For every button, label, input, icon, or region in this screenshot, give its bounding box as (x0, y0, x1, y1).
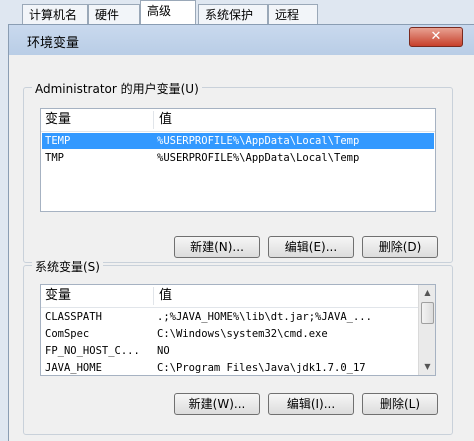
column-header-variable[interactable]: 变量 (41, 285, 151, 307)
vertical-scrollbar[interactable]: ▲ ▼ (418, 285, 435, 375)
close-button[interactable]: ✕ (409, 27, 463, 47)
list-item[interactable]: TMP %USERPROFILE%\AppData\Local\Temp (42, 150, 434, 166)
variable-name: ComSpec (45, 328, 90, 340)
system-edit-button[interactable]: 编辑(I)... (268, 393, 354, 415)
property-tabs: 计算机名 硬件 高级 系统保护 远程 (0, 0, 474, 24)
scroll-up-icon[interactable]: ▲ (419, 285, 435, 301)
tab-system-protection[interactable]: 系统保护 (198, 4, 268, 24)
list-item[interactable]: FP_NO_HOST_C... NO (42, 343, 416, 359)
user-new-button[interactable]: 新建(N)... (174, 236, 260, 258)
list-item[interactable]: TEMP %USERPROFILE%\AppData\Local\Temp (42, 133, 434, 149)
variable-name: JAVA_HOME (45, 362, 102, 374)
variable-value: C:\Program Files\Java\jdk1.7.0_17 (157, 362, 366, 374)
tab-label: 计算机名 (29, 8, 78, 22)
column-divider (153, 287, 154, 305)
system-variables-group: 系统变量(S) 变量 值 CLASSPATH .;%JAVA_HOME%\lib… (23, 258, 453, 435)
user-variables-group: Administrator 的用户变量(U) 变量 值 TEMP %USERPR… (23, 80, 453, 263)
tab-computer-name[interactable]: 计算机名 (22, 4, 88, 24)
system-variables-list[interactable]: 变量 值 CLASSPATH .;%JAVA_HOME%\lib\dt.jar;… (40, 284, 436, 376)
column-header-variable[interactable]: 变量 (41, 109, 151, 131)
dialog-titlebar: 环境变量 ✕ (9, 25, 474, 55)
environment-variables-dialog: 环境变量 ✕ Administrator 的用户变量(U) 变量 值 TEMP … (8, 24, 474, 441)
tab-label: 系统保护 (205, 8, 254, 22)
user-variables-label: Administrator 的用户变量(U) (32, 80, 202, 97)
tab-label: 高级 (147, 4, 172, 18)
tab-hardware[interactable]: 硬件 (88, 4, 140, 24)
dialog-title: 环境变量 (27, 36, 80, 51)
variable-value: .;%JAVA_HOME%\lib\dt.jar;%JAVA_... (157, 311, 372, 323)
tab-label: 远程 (275, 8, 300, 22)
scroll-down-icon[interactable]: ▼ (419, 359, 435, 375)
variable-value: NO (157, 345, 170, 357)
system-delete-button[interactable]: 删除(L) (362, 393, 438, 415)
system-variables-label: 系统变量(S) (32, 258, 103, 275)
column-header-value[interactable]: 值 (155, 109, 435, 131)
list-header: 变量 值 (41, 109, 435, 132)
tab-label: 硬件 (95, 8, 120, 22)
variable-name: TMP (45, 152, 64, 164)
variable-name: FP_NO_HOST_C... (45, 345, 140, 357)
variable-name: CLASSPATH (45, 311, 102, 323)
tab-advanced[interactable]: 高级 (140, 0, 196, 24)
column-header-value[interactable]: 值 (155, 285, 417, 307)
list-item[interactable]: ComSpec C:\Windows\system32\cmd.exe (42, 326, 416, 342)
user-edit-button[interactable]: 编辑(E)... (268, 236, 354, 258)
close-icon: ✕ (430, 29, 442, 44)
variable-value: %USERPROFILE%\AppData\Local\Temp (157, 135, 360, 147)
list-item[interactable]: JAVA_HOME C:\Program Files\Java\jdk1.7.0… (42, 360, 416, 375)
tab-remote[interactable]: 远程 (268, 4, 318, 24)
user-variables-list[interactable]: 变量 值 TEMP %USERPROFILE%\AppData\Local\Te… (40, 108, 436, 212)
scrollbar-thumb[interactable] (421, 302, 434, 324)
column-divider (153, 111, 154, 129)
list-item[interactable]: CLASSPATH .;%JAVA_HOME%\lib\dt.jar;%JAVA… (42, 309, 416, 325)
list-header: 变量 值 (41, 285, 435, 308)
variable-name: TEMP (45, 135, 71, 147)
variable-value: C:\Windows\system32\cmd.exe (157, 328, 328, 340)
variable-value: %USERPROFILE%\AppData\Local\Temp (157, 152, 360, 164)
system-new-button[interactable]: 新建(W)... (174, 393, 260, 415)
user-delete-button[interactable]: 删除(D) (362, 236, 438, 258)
